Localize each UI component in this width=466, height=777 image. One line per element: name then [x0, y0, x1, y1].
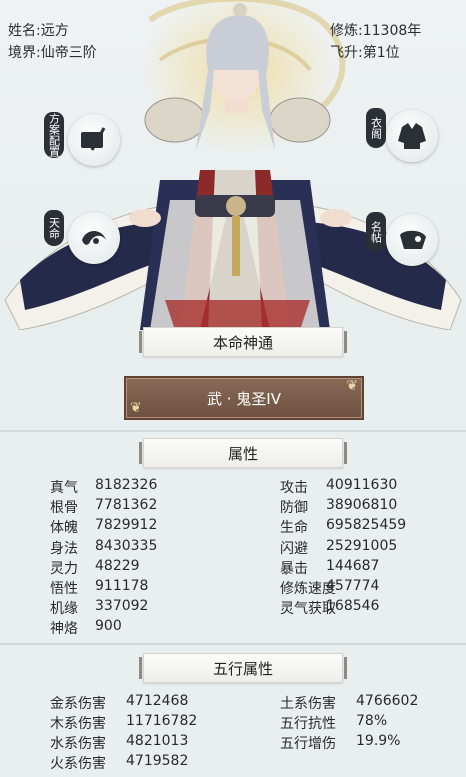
- divider: [0, 643, 466, 645]
- stat-row: 灵力 48229: [50, 558, 140, 578]
- stat-value: 40911630: [326, 477, 398, 493]
- wardrobe-button[interactable]: 衣阁: [356, 106, 460, 166]
- stat-row: 五行抗性 78%: [280, 713, 387, 733]
- stat-label: 水系伤害: [50, 736, 106, 752]
- right-ornament-icon: ❦: [346, 378, 358, 394]
- cultivate-row: 修炼:11308年: [330, 20, 421, 40]
- stat-value: 11716782: [126, 713, 198, 729]
- stat-row: 机缘 337092: [50, 598, 148, 618]
- taiji-icon: [68, 212, 120, 264]
- stat-label: 真气: [50, 480, 78, 496]
- stat-label: 机缘: [50, 601, 78, 618]
- stat-value: 4712468: [126, 693, 189, 709]
- ascend-label: 飞升:: [330, 45, 363, 61]
- stat-label: 暴击: [280, 560, 308, 577]
- destiny-button[interactable]: 天命: [44, 208, 148, 268]
- cultivate-value: 11308年: [362, 23, 422, 39]
- stat-label: 根骨: [50, 500, 78, 517]
- stat-value: 8430335: [95, 537, 158, 554]
- stat-label: 神烙: [50, 621, 78, 638]
- realm-value: 仙帝三阶: [40, 45, 97, 61]
- stat-row: 修炼速度 457774: [280, 578, 379, 598]
- stat-row: 木系伤害 11716782: [50, 713, 197, 733]
- stat-row: 闪避 25291005: [280, 538, 397, 558]
- stat-label: 闪避: [280, 540, 308, 557]
- stat-value: 7781362: [95, 497, 158, 514]
- name-label: 姓名:: [8, 23, 41, 39]
- stat-row: 金系伤害 4712468: [50, 693, 188, 713]
- stat-value: 4719582: [126, 753, 189, 769]
- stat-value: 168546: [326, 598, 380, 615]
- stat-value: 337092: [95, 598, 149, 615]
- stat-value: 48229: [95, 557, 140, 574]
- cultivate-label: 修炼:: [330, 23, 363, 39]
- name-row: 姓名:远方: [8, 20, 69, 40]
- plan-config-label: 方案配置: [44, 112, 64, 158]
- stat-value: 457774: [326, 578, 380, 594]
- stat-row: 防御 38906810: [280, 497, 397, 517]
- character-hero: 姓名:远方 境界:仙帝三阶 修炼:11308年 飞升:第1位 方案配置 天命 衣…: [0, 0, 466, 430]
- ascend-row: 飞升:第1位: [330, 42, 400, 62]
- realm-label: 境界:: [8, 45, 41, 61]
- stat-row: 悟性 911178: [50, 578, 148, 598]
- stat-value: 78%: [356, 713, 388, 729]
- left-ornament-icon: ❦: [130, 400, 142, 416]
- mask-icon: [386, 214, 438, 266]
- natal-skill-button[interactable]: ❦ 武 · 鬼圣IV ❦: [124, 376, 364, 420]
- stat-value: 7829912: [95, 517, 158, 534]
- stat-label: 灵力: [50, 560, 78, 577]
- scroll-brush-icon: [68, 114, 120, 166]
- stat-value: 900: [95, 618, 122, 635]
- stat-value: 4766602: [356, 693, 419, 709]
- stat-row: 水系伤害 4821013: [50, 733, 188, 753]
- realm-row: 境界:仙帝三阶: [8, 42, 97, 62]
- stat-label: 五行增伤: [280, 736, 336, 752]
- stat-value: 8182326: [95, 477, 158, 493]
- stat-value: 144687: [326, 557, 380, 574]
- stat-row: 火系伤害 4719582: [50, 753, 188, 773]
- stat-row: 生命 695825459: [280, 517, 406, 537]
- name-card-label: 名帖: [366, 212, 386, 252]
- stat-label: 防御: [280, 500, 308, 517]
- stat-value: 38906810: [326, 497, 398, 514]
- stat-row: 五行增伤 19.9%: [280, 733, 400, 753]
- ascend-value: 第1位: [362, 45, 400, 61]
- stat-row: 暴击 144687: [280, 558, 379, 578]
- stat-row: 土系伤害 4766602: [280, 693, 418, 713]
- stat-value: 4821013: [126, 733, 189, 749]
- natal-skill-title: 本命神通: [139, 327, 347, 357]
- name-value: 远方: [40, 23, 69, 39]
- stat-label: 悟性: [50, 581, 78, 597]
- stat-label: 金系伤害: [50, 696, 106, 712]
- stat-value: 25291005: [326, 537, 398, 554]
- robe-icon: [386, 110, 438, 162]
- skill-name: 武 · 鬼圣IV: [207, 389, 281, 408]
- attr-title: 属性: [139, 438, 347, 468]
- stat-value: 911178: [95, 578, 149, 594]
- stat-row: 体魄 7829912: [50, 517, 157, 537]
- stat-label: 木系伤害: [50, 716, 106, 732]
- name-card-button[interactable]: 名帖: [356, 210, 460, 270]
- wardrobe-label: 衣阁: [366, 108, 386, 148]
- wuxing-title: 五行属性: [139, 653, 347, 683]
- stat-row: 灵气获取 168546: [280, 598, 379, 618]
- stat-label: 攻击: [280, 480, 308, 496]
- stat-label: 火系伤害: [50, 756, 106, 772]
- stat-value: 695825459: [326, 517, 407, 534]
- divider: [0, 430, 466, 432]
- stat-row: 根骨 7781362: [50, 497, 157, 517]
- stat-row: 神烙 900: [50, 618, 122, 638]
- stat-row: 真气 8182326: [50, 477, 157, 497]
- stat-label: 体魄: [50, 520, 78, 537]
- stat-label: 土系伤害: [280, 696, 336, 712]
- stat-row: 攻击 40911630: [280, 477, 397, 497]
- stat-value: 19.9%: [356, 733, 401, 749]
- plan-config-button[interactable]: 方案配置: [44, 110, 148, 170]
- stat-label: 生命: [280, 520, 308, 537]
- destiny-label: 天命: [44, 210, 64, 246]
- stat-label: 五行抗性: [280, 716, 336, 732]
- stat-row: 身法 8430335: [50, 538, 157, 558]
- stat-label: 身法: [50, 540, 78, 557]
